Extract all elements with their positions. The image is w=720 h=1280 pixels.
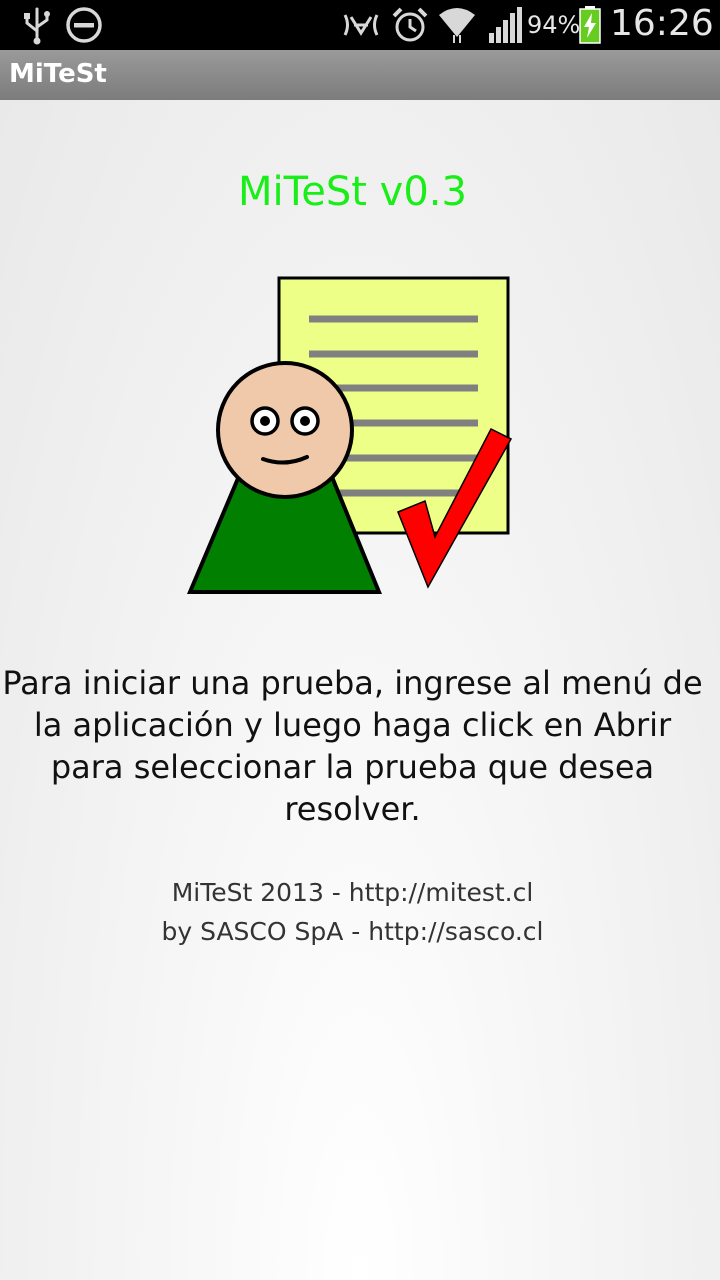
signal-icon <box>489 7 522 43</box>
main-content: MiTeSt v0.3 Para iniciar una prueba, ing… <box>0 100 720 1280</box>
version-title: MiTeSt v0.3 <box>238 169 467 215</box>
status-bar: 94% 16:26 <box>0 0 720 50</box>
instructions-text: Para iniciar una prueba, ingrese al menú… <box>2 664 703 828</box>
usb-icon <box>24 7 50 45</box>
alarm-icon <box>392 7 428 42</box>
do-not-disturb-icon <box>66 7 102 43</box>
test-illustration <box>186 276 513 594</box>
footer-credits: by SASCO SpA - http://sasco.cl <box>161 917 544 946</box>
action-bar: MiTeSt <box>0 50 720 101</box>
wifi-icon <box>439 8 475 43</box>
battery-charging-icon <box>579 6 601 44</box>
battery-percentage: 94% <box>527 11 581 39</box>
status-time: 16:26 <box>610 3 714 44</box>
nfc-icon <box>343 14 379 36</box>
footer-copyright: MiTeSt 2013 - http://mitest.cl <box>171 878 534 907</box>
app-title: MiTeSt <box>9 59 107 89</box>
